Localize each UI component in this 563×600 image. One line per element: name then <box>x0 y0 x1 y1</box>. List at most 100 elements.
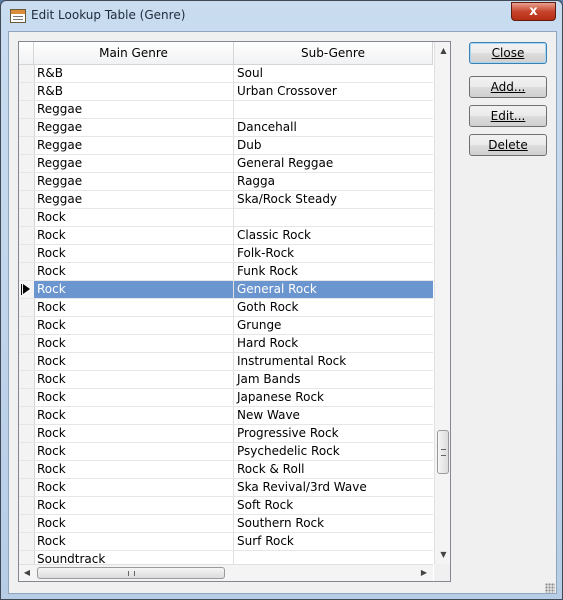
sub-genre-cell[interactable]: Progressive Rock <box>234 425 433 442</box>
table-row[interactable]: Rock Goth Rock <box>19 299 433 317</box>
table-row[interactable]: Rock Classic Rock <box>19 227 433 245</box>
table-row[interactable]: R&B Soul <box>19 65 433 83</box>
sub-genre-cell[interactable]: Ragga <box>234 173 433 190</box>
sub-genre-cell[interactable]: Classic Rock <box>234 227 433 244</box>
row-indicator[interactable] <box>19 353 35 370</box>
sub-genre-cell[interactable]: Dancehall <box>234 119 433 136</box>
sub-genre-cell[interactable]: Soft Rock <box>234 497 433 514</box>
table-row[interactable]: Rock Ska Revival/3rd Wave <box>19 479 433 497</box>
table-row[interactable]: Rock Instrumental Rock <box>19 353 433 371</box>
sub-genre-cell[interactable]: Japanese Rock <box>234 389 433 406</box>
row-indicator[interactable] <box>19 263 35 280</box>
vertical-scrollbar[interactable]: ▲ ▼ <box>434 42 450 564</box>
table-row[interactable]: Reggae Dub <box>19 137 433 155</box>
main-genre-cell[interactable]: Rock <box>34 209 234 226</box>
sub-genre-cell[interactable]: Dub <box>234 137 433 154</box>
row-indicator[interactable] <box>19 425 35 442</box>
vertical-scroll-thumb[interactable] <box>437 430 449 474</box>
sub-genre-cell[interactable]: Rock & Roll <box>234 461 433 478</box>
row-indicator[interactable] <box>19 191 35 208</box>
table-row[interactable]: Rock Progressive Rock <box>19 425 433 443</box>
main-genre-cell[interactable]: Reggae <box>34 173 234 190</box>
table-row[interactable]: Reggae Ragga <box>19 173 433 191</box>
sub-genre-cell[interactable]: Soul <box>234 65 433 82</box>
scroll-right-icon[interactable]: ▶ <box>419 568 429 578</box>
add-button[interactable]: Add... <box>469 76 547 98</box>
row-indicator[interactable] <box>19 335 35 352</box>
row-indicator[interactable] <box>19 533 35 550</box>
table-row[interactable]: Rock <box>19 209 433 227</box>
sub-genre-cell[interactable]: Jam Bands <box>234 371 433 388</box>
table-row[interactable]: Reggae Ska/Rock Steady <box>19 191 433 209</box>
main-genre-cell[interactable]: Rock <box>34 461 234 478</box>
main-genre-cell[interactable]: Reggae <box>34 191 234 208</box>
row-indicator[interactable] <box>19 479 35 496</box>
row-indicator[interactable] <box>19 245 35 262</box>
row-indicator[interactable] <box>19 173 35 190</box>
main-genre-cell[interactable]: Rock <box>34 479 234 496</box>
main-genre-cell[interactable]: Rock <box>34 245 234 262</box>
sub-genre-cell[interactable]: Ska/Rock Steady <box>234 191 433 208</box>
row-indicator[interactable] <box>19 209 35 226</box>
sub-genre-cell[interactable]: General Rock <box>234 281 433 298</box>
main-genre-cell[interactable]: Rock <box>34 281 234 298</box>
table-row[interactable]: Rock Rock & Roll <box>19 461 433 479</box>
scroll-left-icon[interactable]: ◀ <box>22 568 32 578</box>
main-genre-cell[interactable]: Rock <box>34 317 234 334</box>
title-bar[interactable]: Edit Lookup Table (Genre) x <box>1 1 562 31</box>
table-row[interactable]: Rock Grunge <box>19 317 433 335</box>
row-indicator[interactable] <box>19 65 35 82</box>
row-indicator[interactable] <box>19 317 35 334</box>
sub-genre-cell[interactable]: Grunge <box>234 317 433 334</box>
row-indicator[interactable] <box>19 407 35 424</box>
close-button[interactable]: Close <box>469 42 547 64</box>
sub-genre-cell[interactable]: New Wave <box>234 407 433 424</box>
main-genre-cell[interactable]: R&B <box>34 83 234 100</box>
main-genre-cell[interactable]: Rock <box>34 533 234 550</box>
main-genre-cell[interactable]: Reggae <box>34 119 234 136</box>
table-row[interactable]: Rock New Wave <box>19 407 433 425</box>
table-row[interactable]: Rock Funk Rock <box>19 263 433 281</box>
table-row[interactable]: Reggae General Reggae <box>19 155 433 173</box>
sub-genre-cell[interactable]: Psychedelic Rock <box>234 443 433 460</box>
row-indicator[interactable] <box>19 101 35 118</box>
table-row[interactable]: Rock Surf Rock <box>19 533 433 551</box>
table-row[interactable]: Rock Japanese Rock <box>19 389 433 407</box>
column-header-sub-genre[interactable]: Sub-Genre <box>234 42 433 64</box>
table-row[interactable]: Rock Soft Rock <box>19 497 433 515</box>
scroll-down-icon[interactable]: ▼ <box>438 550 449 560</box>
main-genre-cell[interactable]: Reggae <box>34 155 234 172</box>
main-genre-cell[interactable]: Rock <box>34 263 234 280</box>
table-row[interactable]: Rock Hard Rock <box>19 335 433 353</box>
sub-genre-cell[interactable]: Goth Rock <box>234 299 433 316</box>
main-genre-cell[interactable]: Rock <box>34 425 234 442</box>
table-row[interactable]: Rock Jam Bands <box>19 371 433 389</box>
main-genre-cell[interactable]: Rock <box>34 227 234 244</box>
table-row[interactable]: Reggae Dancehall <box>19 119 433 137</box>
column-header-main-genre[interactable]: Main Genre <box>34 42 234 64</box>
row-indicator[interactable] <box>19 371 35 388</box>
main-genre-cell[interactable]: Rock <box>34 353 234 370</box>
table-row[interactable]: Rock Psychedelic Rock <box>19 443 433 461</box>
sub-genre-cell[interactable]: Folk-Rock <box>234 245 433 262</box>
main-genre-cell[interactable]: Rock <box>34 407 234 424</box>
scroll-up-icon[interactable]: ▲ <box>438 46 449 56</box>
table-row[interactable]: Rock Folk-Rock <box>19 245 433 263</box>
sub-genre-cell[interactable]: Hard Rock <box>234 335 433 352</box>
sub-genre-cell[interactable]: Surf Rock <box>234 533 433 550</box>
row-indicator[interactable] <box>19 137 35 154</box>
main-genre-cell[interactable]: Rock <box>34 443 234 460</box>
sub-genre-cell[interactable] <box>234 101 433 118</box>
main-genre-cell[interactable]: Rock <box>34 497 234 514</box>
sub-genre-cell[interactable]: Southern Rock <box>234 515 433 532</box>
row-indicator[interactable] <box>19 299 35 316</box>
sub-genre-cell[interactable]: Instrumental Rock <box>234 353 433 370</box>
row-indicator[interactable] <box>19 497 35 514</box>
edit-button[interactable]: Edit... <box>469 105 547 127</box>
row-indicator[interactable] <box>19 461 35 478</box>
row-indicator[interactable] <box>19 155 35 172</box>
sub-genre-cell[interactable]: Ska Revival/3rd Wave <box>234 479 433 496</box>
table-row[interactable]: Reggae <box>19 101 433 119</box>
genre-grid[interactable]: Main Genre Sub-Genre R&B Soul R&B Urban Cro… <box>18 41 451 582</box>
main-genre-cell[interactable]: Rock <box>34 515 234 532</box>
